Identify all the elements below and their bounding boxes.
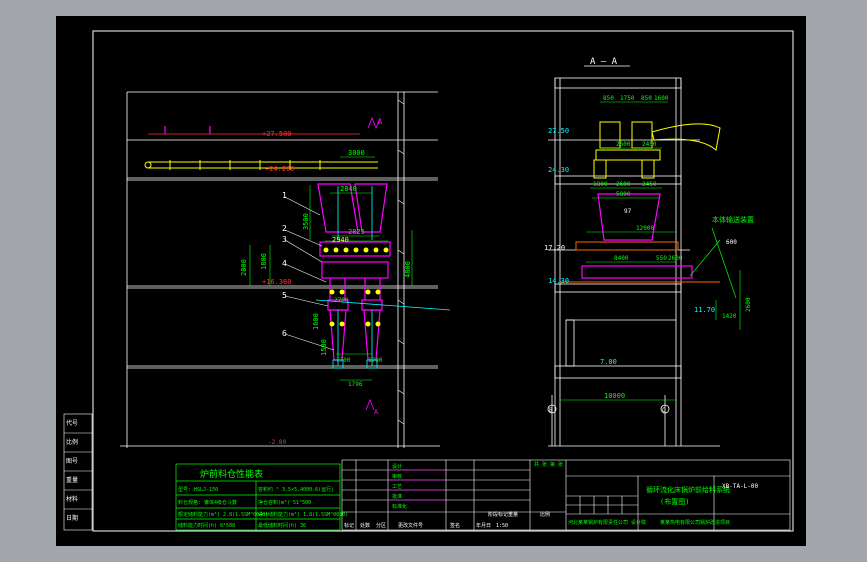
tb-foot-1: 处数 — [360, 522, 370, 529]
callout-6: 6 — [282, 329, 287, 338]
tb-foot-4: 签名 — [450, 522, 460, 529]
margin-label-3: 重量 — [66, 476, 78, 484]
level-14-30: 14.30 — [548, 277, 569, 285]
dim-mid-width: 2940 — [332, 236, 349, 244]
dim-10000: 10000 — [604, 392, 625, 400]
drawing-main-title: 循环流化床锅炉前给料系统 — [646, 485, 730, 494]
tb-foot-0: 标记 — [344, 522, 354, 529]
dim-small-a: 2700 — [334, 297, 349, 304]
elev-low-label: +16.360 — [262, 278, 292, 286]
margin-label-4: 材料 — [66, 495, 78, 503]
dim-row1-2600: 2600 — [616, 141, 631, 148]
dim-h3: 1800 — [260, 253, 268, 270]
callout-3: 3 — [282, 235, 287, 244]
margin-label-2: 图号 — [66, 458, 78, 465]
level-7-00: 7.00 — [600, 358, 617, 366]
level-24-30: 24.30 — [548, 166, 569, 174]
dim-top-1750: 1750 — [620, 95, 635, 102]
margin-label-5: 日期 — [66, 514, 78, 522]
dim-row2-2600: 2600 — [616, 181, 631, 188]
perf-r1-c0: 料仓规格: 锥体4级仓斗数 — [178, 499, 237, 506]
drawing-number: XB-TA-L-00 — [722, 483, 759, 490]
tb-foot-5: 年月日 — [476, 522, 491, 529]
dim-2600-vert: 2600 — [745, 297, 752, 312]
dim-row1-2450: 2450 — [642, 141, 657, 148]
level-27-50: 27.50 — [548, 127, 569, 135]
dim-row2-2450: 2450 — [642, 181, 657, 188]
tb-stage-0: 阶段标记 — [488, 511, 508, 518]
elev-top-label: +27.500 — [262, 130, 292, 138]
axis-b: B — [549, 407, 553, 414]
outer-frame — [56, 16, 806, 546]
axis-c: C — [662, 407, 666, 414]
dim-right2-height: 4800 — [404, 261, 412, 278]
ref-mark: 97 — [624, 208, 632, 215]
level-17-20: 17.20 — [544, 244, 565, 252]
drawing-sub-title: (布置图) — [660, 497, 689, 506]
section-title: A — A — [590, 57, 618, 67]
conveyor-label: 本体输送装置 — [712, 215, 754, 224]
dim-600: 600 — [726, 239, 737, 246]
tb-mid-1: 审核 — [392, 473, 402, 480]
dim-row2-1800: 1800 — [593, 181, 608, 188]
dim-12000: 12000 — [636, 225, 654, 232]
dim-h2: 1500 — [320, 339, 328, 356]
tb-stage-1: 重量 — [508, 511, 518, 518]
ground-level-label: -2.80 — [268, 439, 286, 446]
dim-left-height: 2800 — [240, 259, 248, 276]
callout-5: 5 — [282, 291, 287, 300]
perf-r2-c1: 设计储料能力(m³) 1.8(1.5SM³0030) — [258, 511, 348, 518]
perf-r3-c1: 最低储料时间(h) 36 — [258, 522, 306, 529]
project-name: 某某热电有限公司锅炉改造项目 — [660, 519, 730, 526]
callout-1: 1 — [282, 191, 287, 200]
dim-right-height: 3500 — [302, 213, 310, 230]
perf-r3-c0: 储料能力时间(h) 8¹500 — [178, 522, 235, 529]
dim-upper-width: 2840 — [340, 185, 357, 193]
perf-r2-c0: 额定储料能力(m³) 2.8(1.5SM³0040) — [178, 511, 268, 518]
tb-mid-4: 标准化 — [392, 503, 407, 510]
tb-foot-2: 分区 — [376, 522, 386, 529]
perf-r1-c1: 净仓容积(m³) 51³500 — [258, 499, 311, 506]
dim-top-850b: 850 — [641, 95, 652, 102]
dim-small-c: 1700 — [368, 357, 383, 364]
tb-mid-3: 批准 — [392, 493, 402, 500]
dim-top-850: 850 — [603, 95, 614, 102]
cad-drawing: +27.500 +24.200 +16.360 3000 2840 2825 2… — [56, 16, 806, 546]
tb-mid-2: 工艺 — [392, 484, 402, 490]
dim-h1: 1600 — [312, 313, 320, 330]
dim-550: 550 — [656, 255, 667, 262]
dim-5800: 5800 — [616, 191, 631, 198]
perf-r0-c1: 容积约 ³ 3.5×5.4000-6(运行) — [258, 486, 334, 493]
margin-label-0: 代号 — [66, 419, 78, 427]
dim-small-d: 1796 — [348, 381, 363, 388]
tb-ratio: 1:50 — [496, 523, 508, 529]
dim-top-width: 3000 — [348, 149, 365, 157]
perf-r0-c0: 型号: HSLJ-150 — [178, 486, 218, 493]
performance-table-title: 炉前料仓性能表 — [200, 468, 263, 480]
margin-label-1: 比例 — [66, 438, 78, 446]
callout-4: 4 — [282, 259, 287, 268]
dim-2600-small: 2600 — [668, 255, 683, 262]
dim-8400: 8400 — [614, 255, 629, 262]
tb-foot-3: 更改文件号 — [398, 522, 423, 529]
callout-2: 2 — [282, 224, 287, 233]
level-11-70: 11.70 — [694, 306, 715, 314]
company-name: 河北某某锅炉有限责任公司 设计院 — [568, 519, 646, 526]
dim-hopper-width: 2825 — [348, 228, 365, 236]
dim-top-1600: 1600 — [654, 95, 669, 102]
dim-small-b: 1700 — [336, 357, 351, 364]
tb-mid-0: 设计 — [392, 463, 402, 470]
dim-1420: 1420 — [722, 313, 737, 320]
tb-stage-2: 比例 — [540, 511, 550, 518]
elev-mid-label: +24.200 — [265, 165, 295, 173]
tb-sheet: 共 张 第 张 — [534, 461, 563, 468]
